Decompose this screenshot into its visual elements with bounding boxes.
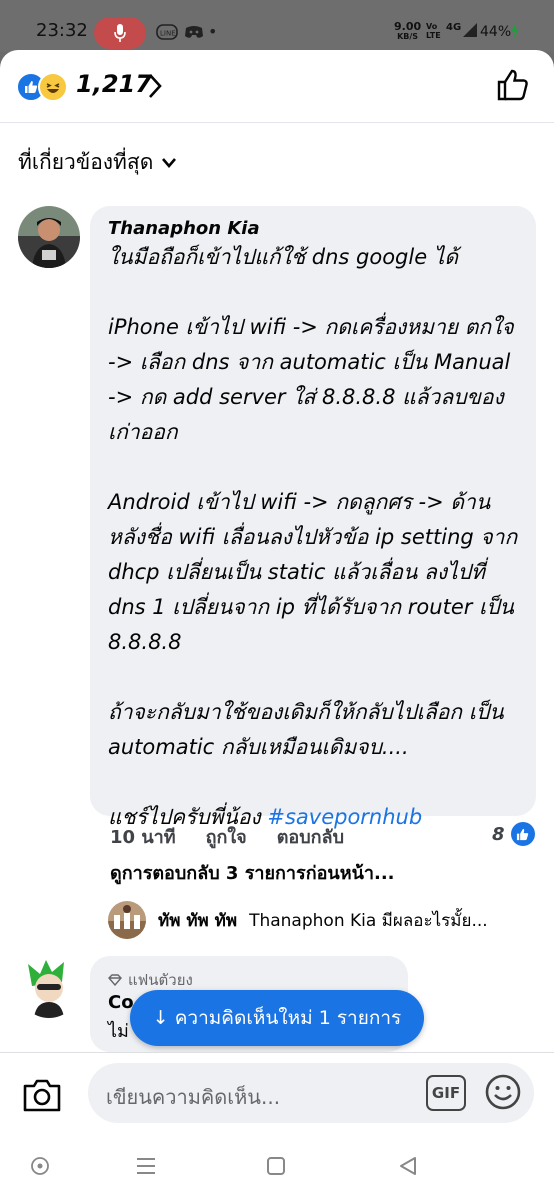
- comment-input-placeholder: เขียนความคิดเห็น...: [106, 1085, 281, 1109]
- comment-time: 10 นาที: [110, 827, 176, 848]
- haha-icon: [38, 72, 68, 102]
- assistant-nav-icon[interactable]: [30, 1156, 50, 1176]
- comment-author[interactable]: Thanaphon Kia: [108, 218, 260, 239]
- new-comments-button[interactable]: ↓ ความคิดเห็นใหม่ 1 รายการ: [130, 990, 424, 1046]
- signal-icon: [463, 23, 477, 37]
- comment-author[interactable]: Co: [108, 992, 134, 1013]
- comments-sheet: 1,217 ที่เกี่ยวข้องที่สุด Thanaphon Kia …: [0, 50, 554, 1200]
- menu-nav-icon[interactable]: [135, 1156, 157, 1176]
- discord-icon: [185, 26, 203, 38]
- net-speed: 9.00 KB/S: [394, 20, 422, 41]
- battery-percent: 44%: [480, 24, 512, 40]
- reaction-count[interactable]: 1,217: [76, 70, 152, 98]
- avatar[interactable]: [18, 206, 80, 268]
- system-nav-bar: [0, 1138, 554, 1200]
- like-post-button[interactable]: [496, 68, 530, 102]
- home-nav-icon[interactable]: [266, 1156, 286, 1176]
- more-notifications-dot: •: [208, 22, 218, 41]
- status-time: 23:32: [36, 20, 88, 41]
- comment-like-button[interactable]: ถูกใจ: [206, 822, 247, 851]
- back-nav-icon[interactable]: [398, 1156, 418, 1176]
- reaction-summary[interactable]: [16, 72, 68, 102]
- reactions-header: 1,217: [0, 50, 554, 123]
- comment-composer: เขียนความคิดเห็น... GIF: [0, 1052, 554, 1139]
- reply-text: Thanaphon Kia มีผลอะไรมั้ย...: [249, 910, 488, 931]
- network-type: 4G: [446, 22, 462, 33]
- charging-icon: [511, 22, 519, 40]
- comment-actions: 10 นาที ถูกใจ ตอบกลับ: [110, 822, 344, 851]
- status-bar: 23:32 LINE • 9.00 KB/S Vo LTE 4G 44%: [0, 0, 554, 52]
- comment-reply-button[interactable]: ตอบกลับ: [277, 822, 344, 851]
- reply-author: ทัพ ทัพ ทัพ: [158, 910, 238, 931]
- camera-button[interactable]: [22, 1077, 62, 1113]
- top-fan-badge: แฟนตัวยง: [108, 968, 193, 992]
- svg-text:LINE: LINE: [160, 30, 176, 38]
- reply-preview[interactable]: ทัพ ทัพ ทัพ Thanaphon Kia มีผลอะไรมั้ย..…: [108, 900, 538, 940]
- line-app-icon: LINE: [156, 24, 178, 40]
- view-previous-replies[interactable]: ดูการตอบกลับ 3 รายการก่อนหน้า...: [110, 858, 395, 887]
- comment-text: ไม่: [108, 1021, 129, 1042]
- comment-like-count[interactable]: 8: [492, 822, 535, 846]
- like-icon: [510, 822, 535, 846]
- sort-selector[interactable]: ที่เกี่ยวข้องที่สุด: [18, 146, 177, 179]
- sort-label: ที่เกี่ยวข้องที่สุด: [18, 150, 154, 174]
- chevron-down-icon: [162, 157, 177, 168]
- comment-input[interactable]: เขียนความคิดเห็น... GIF: [88, 1063, 534, 1123]
- comment-text: ในมือถือก็เข้าไปแก้ใช้ dns google ได้ iP…: [108, 240, 520, 835]
- comment-bubble: Thanaphon Kia ในมือถือก็เข้าไปแก้ใช้ dns…: [90, 206, 536, 829]
- comment-body: ในมือถือก็เข้าไปแก้ใช้ dns google ได้ iP…: [108, 245, 518, 829]
- volte-icon: Vo LTE: [426, 22, 441, 40]
- avatar[interactable]: [18, 956, 80, 1018]
- emoji-button[interactable]: [484, 1073, 522, 1111]
- diamond-icon: [108, 974, 122, 986]
- avatar: [108, 901, 146, 939]
- chevron-right-icon[interactable]: [146, 72, 164, 100]
- microphone-icon: [114, 24, 126, 42]
- gif-button[interactable]: GIF: [426, 1075, 466, 1111]
- mic-recording-indicator[interactable]: [94, 17, 146, 49]
